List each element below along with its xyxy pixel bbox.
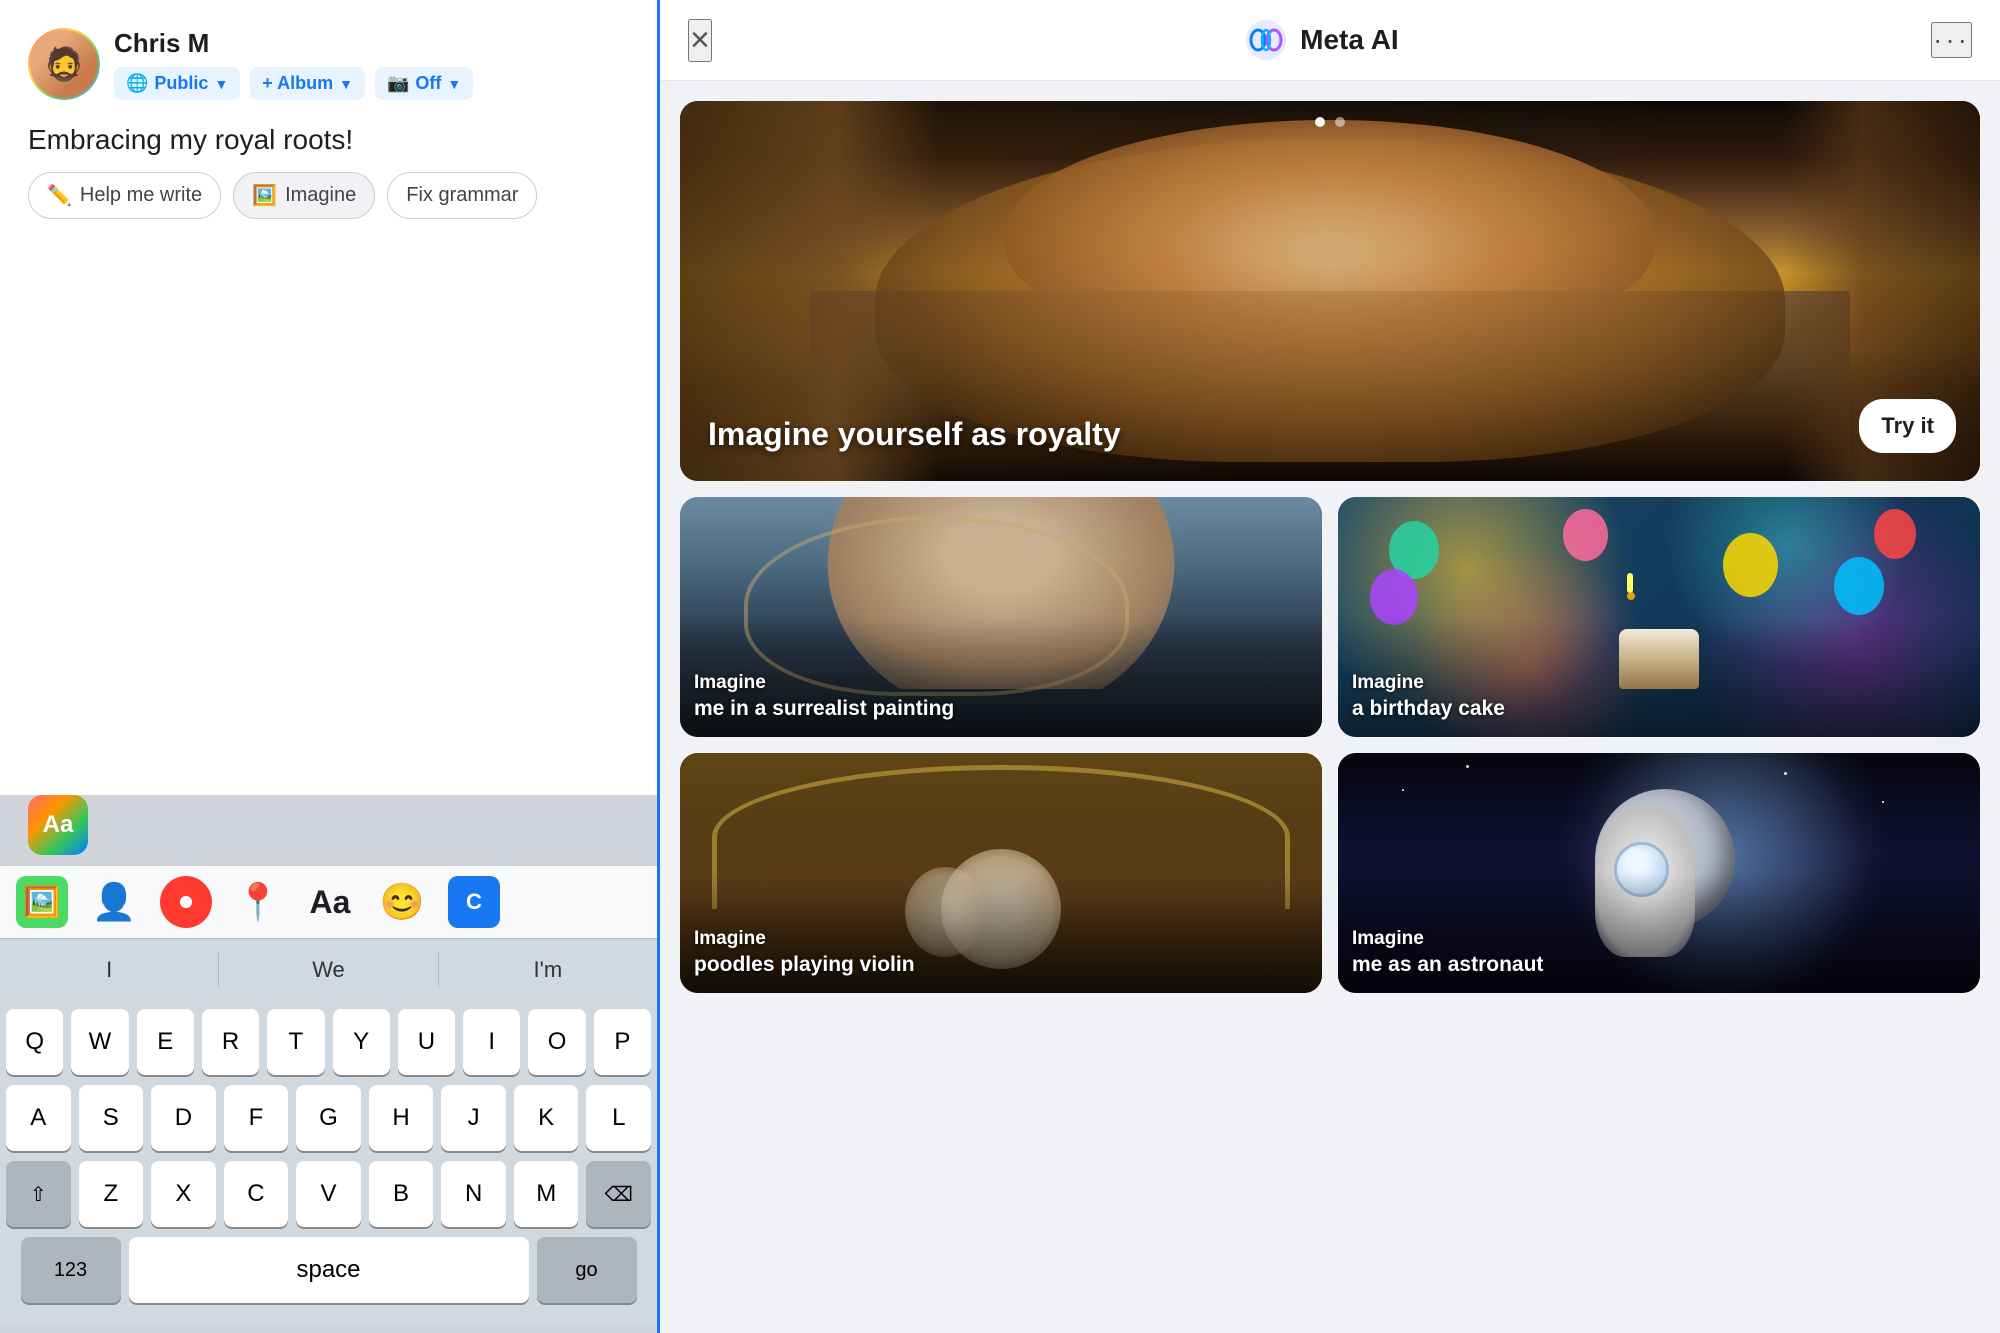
key-I[interactable]: I bbox=[463, 1009, 520, 1075]
toolbar-icons: 🖼️ 👤 ⏺ 📍 Aa 😊 C bbox=[16, 876, 500, 928]
emoji-icon[interactable]: 😊 bbox=[376, 876, 428, 928]
hero-person-shape bbox=[875, 139, 1785, 462]
key-space[interactable]: space bbox=[129, 1237, 529, 1303]
meta-ai-header: × Meta AI ··· bbox=[660, 0, 2000, 81]
close-button[interactable]: × bbox=[688, 19, 712, 62]
key-O[interactable]: O bbox=[528, 1009, 585, 1075]
off-button[interactable]: 📷 Off ▼ bbox=[375, 67, 473, 100]
help-write-button[interactable]: ✏️ Help me write bbox=[28, 172, 221, 219]
post-header: 🧔 Chris M 🌐 Public ▼ + Album ▼ 📷 Off ▼ bbox=[0, 0, 657, 116]
small-grid-row-1: Imagine me in a surrealist painting bbox=[680, 497, 1980, 737]
key-G[interactable]: G bbox=[296, 1085, 361, 1151]
avatar-inner: 🧔 bbox=[30, 30, 98, 98]
key-U[interactable]: U bbox=[398, 1009, 455, 1075]
aa-button[interactable]: Aa bbox=[28, 795, 88, 855]
key-Z[interactable]: Z bbox=[79, 1161, 144, 1227]
ai-buttons-row: ✏️ Help me write 🖼️ Imagine Fix grammar bbox=[0, 172, 657, 239]
key-L[interactable]: L bbox=[586, 1085, 651, 1151]
hero-image-card[interactable]: Imagine yourself as royalty Try it bbox=[680, 101, 1980, 481]
key-H[interactable]: H bbox=[369, 1085, 434, 1151]
key-P[interactable]: P bbox=[594, 1009, 651, 1075]
off-chevron-icon: ▼ bbox=[447, 76, 461, 92]
key-N[interactable]: N bbox=[441, 1161, 506, 1227]
image-icon: 🖼️ bbox=[252, 183, 277, 208]
keyboard-toolbar: 🖼️ 👤 ⏺ 📍 Aa 😊 C bbox=[0, 865, 657, 938]
key-T[interactable]: T bbox=[267, 1009, 324, 1075]
surrealist-card-text: Imagine me in a surrealist painting bbox=[694, 671, 1308, 723]
public-chevron-icon: ▼ bbox=[214, 76, 228, 92]
key-B[interactable]: B bbox=[369, 1161, 434, 1227]
suggestion-We[interactable]: We bbox=[219, 953, 438, 987]
privacy-row: 🌐 Public ▼ + Album ▼ 📷 Off ▼ bbox=[114, 67, 473, 100]
person-icon[interactable]: 👤 bbox=[88, 876, 140, 928]
suggestions-row: I We I'm bbox=[0, 938, 657, 1001]
hero-text: Imagine yourself as royalty bbox=[708, 415, 1840, 453]
key-K[interactable]: K bbox=[514, 1085, 579, 1151]
card-birthday[interactable]: Imagine a birthday cake bbox=[1338, 497, 1980, 737]
fix-grammar-button[interactable]: Fix grammar bbox=[387, 172, 537, 219]
key-X[interactable]: X bbox=[151, 1161, 216, 1227]
photo-icon[interactable]: 🖼️ bbox=[16, 876, 68, 928]
right-panel: × Meta AI ··· bbox=[660, 0, 2000, 1333]
keyboard-area: Aa 🖼️ 👤 ⏺ 📍 Aa 😊 C I We I'm Q W bbox=[0, 795, 657, 1333]
key-J[interactable]: J bbox=[441, 1085, 506, 1151]
key-go[interactable]: go bbox=[537, 1237, 637, 1303]
key-S[interactable]: S bbox=[79, 1085, 144, 1151]
video-icon[interactable]: ⏺ bbox=[160, 876, 212, 928]
user-name: Chris M bbox=[114, 28, 473, 59]
user-info: Chris M 🌐 Public ▼ + Album ▼ 📷 Off ▼ bbox=[114, 28, 473, 100]
key-V[interactable]: V bbox=[296, 1161, 361, 1227]
avatar: 🧔 bbox=[28, 28, 100, 100]
imagine-button[interactable]: 🖼️ Imagine bbox=[233, 172, 375, 219]
meta-ai-logo-icon bbox=[1244, 18, 1288, 62]
poodle-card-text: Imagine poodles playing violin bbox=[694, 927, 1308, 979]
location-icon[interactable]: 📍 bbox=[232, 876, 284, 928]
key-shift[interactable]: ⇧ bbox=[6, 1161, 71, 1227]
astronaut-card-text: Imagine me as an astronaut bbox=[1352, 927, 1966, 979]
card-poodle[interactable]: Imagine poodles playing violin bbox=[680, 753, 1322, 993]
key-R[interactable]: R bbox=[202, 1009, 259, 1075]
c-icon[interactable]: C bbox=[448, 876, 500, 928]
key-delete[interactable]: ⌫ bbox=[586, 1161, 651, 1227]
small-grid-row-2: Imagine poodles playing violin bbox=[680, 753, 1980, 993]
suggestion-I[interactable]: I bbox=[0, 953, 219, 987]
images-grid: Imagine yourself as royalty Try it Imagi… bbox=[660, 81, 2000, 1333]
card-astronaut[interactable]: Imagine me as an astronaut bbox=[1338, 753, 1980, 993]
more-options-button[interactable]: ··· bbox=[1931, 22, 1972, 58]
hero-dots bbox=[1315, 117, 1345, 127]
card-surrealist[interactable]: Imagine me in a surrealist painting bbox=[680, 497, 1322, 737]
key-row-2: A S D F G H J K L bbox=[6, 1085, 651, 1151]
key-W[interactable]: W bbox=[71, 1009, 128, 1075]
left-panel: 🧔 Chris M 🌐 Public ▼ + Album ▼ 📷 Off ▼ E… bbox=[0, 0, 660, 1333]
key-M[interactable]: M bbox=[514, 1161, 579, 1227]
public-button[interactable]: 🌐 Public ▼ bbox=[114, 67, 240, 100]
dot-1 bbox=[1315, 117, 1325, 127]
font-icon[interactable]: Aa bbox=[304, 876, 356, 928]
key-E[interactable]: E bbox=[137, 1009, 194, 1075]
key-C[interactable]: C bbox=[224, 1161, 289, 1227]
key-F[interactable]: F bbox=[224, 1085, 289, 1151]
key-Y[interactable]: Y bbox=[333, 1009, 390, 1075]
key-Q[interactable]: Q bbox=[6, 1009, 63, 1075]
keyboard-rows: Q W E R T Y U I O P A S D F G H J K L bbox=[0, 1001, 657, 1323]
birthday-card-text: Imagine a birthday cake bbox=[1352, 671, 1966, 723]
album-chevron-icon: ▼ bbox=[339, 76, 353, 92]
pencil-icon: ✏️ bbox=[47, 183, 72, 208]
try-it-button[interactable]: Try it bbox=[1859, 399, 1956, 453]
key-numbers[interactable]: 123 bbox=[21, 1237, 121, 1303]
key-D[interactable]: D bbox=[151, 1085, 216, 1151]
post-text: Embracing my royal roots! bbox=[0, 116, 657, 172]
key-row-bottom: 123 space go bbox=[6, 1237, 651, 1323]
key-row-3: ⇧ Z X C V B N M ⌫ bbox=[6, 1161, 651, 1227]
meta-ai-title: Meta AI bbox=[1244, 18, 1399, 62]
album-button[interactable]: + Album ▼ bbox=[250, 67, 365, 100]
dot-2 bbox=[1335, 117, 1345, 127]
key-row-1: Q W E R T Y U I O P bbox=[6, 1009, 651, 1075]
suggestion-Im[interactable]: I'm bbox=[439, 953, 657, 987]
key-A[interactable]: A bbox=[6, 1085, 71, 1151]
